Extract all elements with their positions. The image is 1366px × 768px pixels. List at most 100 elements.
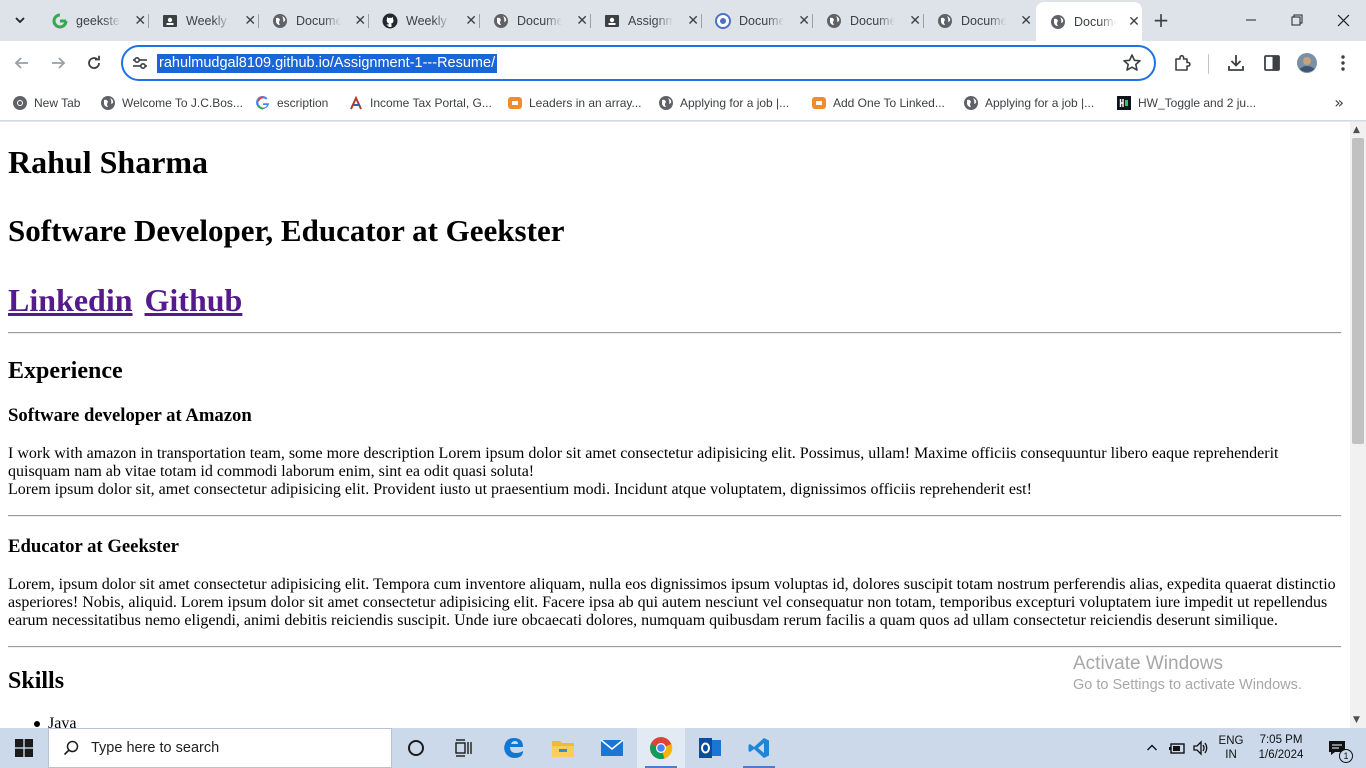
- forward-button[interactable]: [45, 50, 71, 76]
- skill-label: Java: [48, 715, 77, 728]
- minimize-button[interactable]: [1228, 0, 1274, 40]
- scrollbar-thumb[interactable]: [1352, 138, 1364, 444]
- action-center-button[interactable]: 1: [1318, 728, 1356, 768]
- hackerrank-icon: [1116, 95, 1132, 111]
- clock-button[interactable]: 7:05 PM 1/6/2024: [1250, 728, 1312, 768]
- bookmark-add-one-linked[interactable]: Add One To Linked...: [811, 93, 945, 113]
- tab-search-button[interactable]: [7, 7, 33, 33]
- bookmark-applying-job[interactable]: Applying for a job |...: [963, 93, 1094, 113]
- browser-toolbar: rahulmudgal8109.github.io/Assignment-1--…: [0, 41, 1366, 85]
- bookmark-label: Welcome To J.C.Bos...: [122, 96, 243, 110]
- taskbar-search-box[interactable]: Type here to search: [48, 728, 392, 768]
- tab-geekster[interactable]: geekster ✕: [38, 6, 149, 36]
- bookmark-jcbose[interactable]: Welcome To J.C.Bos...: [100, 93, 243, 113]
- site-info-icon[interactable]: [131, 54, 149, 72]
- start-button[interactable]: [0, 728, 48, 768]
- cortana-icon: [408, 740, 424, 756]
- tab-title: Weekly: [186, 14, 227, 28]
- task-view-icon: [455, 739, 472, 757]
- linkedin-link[interactable]: Linkedin: [8, 282, 133, 318]
- chevron-up-icon: [1147, 744, 1157, 751]
- new-tab-button[interactable]: +: [1150, 8, 1172, 32]
- bookmarks-overflow-button[interactable]: »: [1334, 93, 1344, 112]
- github-link[interactable]: Github: [145, 282, 243, 318]
- bookmark-hw-toggle[interactable]: HW_Toggle and 2 ju...: [1116, 93, 1256, 113]
- close-icon[interactable]: ✕: [243, 13, 258, 29]
- vscode-icon: [748, 738, 769, 758]
- clock-time: 7:05 PM: [1259, 734, 1303, 746]
- close-icon[interactable]: ✕: [133, 13, 148, 29]
- bookmark-income-tax[interactable]: Income Tax Portal, G...: [348, 93, 492, 113]
- volume-button[interactable]: [1190, 728, 1212, 768]
- side-panel-button[interactable]: [1261, 52, 1283, 74]
- tab-document-active[interactable]: Document ✕: [1036, 2, 1142, 41]
- job-description-para: Lorem, ipsum dolor sit amet consectetur …: [8, 576, 1336, 629]
- experience-heading: Experience: [8, 358, 123, 384]
- tab-document[interactable]: Document ✕: [479, 6, 591, 36]
- more-vertical-icon: [1341, 55, 1345, 71]
- chrome-menu-button[interactable]: [1332, 52, 1354, 74]
- bookmark-applying-job[interactable]: Applying for a job |...: [658, 93, 789, 113]
- bookmarks-bar: New Tab Welcome To J.C.Bos... escription…: [0, 85, 1366, 121]
- show-hidden-icons-button[interactable]: [1143, 728, 1161, 768]
- outlook-button[interactable]: [686, 728, 734, 768]
- scroll-down-arrow-icon[interactable]: ▼: [1353, 715, 1360, 725]
- cortana-button[interactable]: [392, 728, 440, 768]
- page-scrollbar[interactable]: ▲ ▼: [1350, 122, 1366, 728]
- chevron-double-right-icon: »: [1334, 93, 1344, 112]
- close-icon[interactable]: ✕: [1126, 14, 1142, 30]
- bookmark-new-tab[interactable]: New Tab: [12, 93, 80, 113]
- profile-button[interactable]: [1296, 52, 1318, 74]
- task-view-button[interactable]: [440, 728, 488, 768]
- tab-document[interactable]: Document ✕: [923, 6, 1034, 36]
- mail-button[interactable]: [588, 728, 636, 768]
- divider: [8, 332, 1341, 334]
- tab-assignment[interactable]: Assignment ✕: [590, 6, 702, 36]
- reload-icon: [88, 55, 100, 69]
- close-icon[interactable]: ✕: [353, 13, 368, 29]
- tab-document[interactable]: Document ✕: [701, 6, 813, 36]
- close-icon[interactable]: ✕: [685, 13, 701, 29]
- tab-document[interactable]: Document ✕: [812, 6, 924, 36]
- globe-icon: [658, 95, 674, 111]
- avatar: [1297, 53, 1317, 73]
- scroll-up-arrow-icon[interactable]: ▲: [1353, 125, 1360, 135]
- edge-button[interactable]: [490, 728, 538, 768]
- url-text[interactable]: rahulmudgal8109.github.io/Assignment-1--…: [157, 54, 498, 73]
- tab-title: Assignment: [628, 14, 674, 28]
- income-tax-icon: [348, 95, 364, 111]
- address-bar[interactable]: rahulmudgal8109.github.io/Assignment-1--…: [121, 45, 1156, 81]
- vscode-button[interactable]: [735, 728, 783, 768]
- close-icon[interactable]: ✕: [796, 13, 812, 29]
- codingninjas-icon: [507, 95, 523, 111]
- file-explorer-button[interactable]: [539, 728, 587, 768]
- downloads-button[interactable]: [1225, 52, 1247, 74]
- input-language-button[interactable]: ENG IN: [1214, 728, 1248, 768]
- bookmark-leaders-array[interactable]: Leaders in an array...: [507, 93, 642, 113]
- bookmark-star-icon[interactable]: [1122, 53, 1142, 73]
- tab-weekly[interactable]: Weekly ✕: [148, 6, 259, 36]
- close-window-button[interactable]: [1320, 0, 1366, 40]
- reload-button[interactable]: [81, 50, 107, 76]
- close-icon[interactable]: ✕: [463, 13, 479, 29]
- bookmark-escription[interactable]: escription: [255, 93, 328, 113]
- bookmark-label: New Tab: [34, 96, 81, 110]
- windows-logo-icon: [15, 739, 33, 757]
- globe-icon: [963, 95, 979, 111]
- download-icon: [1228, 55, 1244, 71]
- extensions-button[interactable]: [1171, 52, 1193, 74]
- speaker-icon: [1193, 740, 1208, 756]
- close-icon[interactable]: ✕: [1018, 13, 1034, 29]
- network-button[interactable]: [1167, 728, 1187, 768]
- tab-weekly-github[interactable]: Weekly ✕: [368, 6, 480, 36]
- tab-document[interactable]: Document ✕: [258, 6, 369, 36]
- close-icon[interactable]: ✕: [574, 13, 590, 29]
- divider: [8, 646, 1341, 648]
- chrome-taskbar-button[interactable]: [637, 728, 685, 768]
- mail-icon: [600, 739, 624, 756]
- restore-button[interactable]: [1274, 0, 1320, 40]
- back-button[interactable]: [9, 50, 35, 76]
- globe-icon: [826, 13, 842, 29]
- close-icon[interactable]: ✕: [907, 13, 923, 29]
- resume-name: Rahul Sharma: [8, 144, 209, 180]
